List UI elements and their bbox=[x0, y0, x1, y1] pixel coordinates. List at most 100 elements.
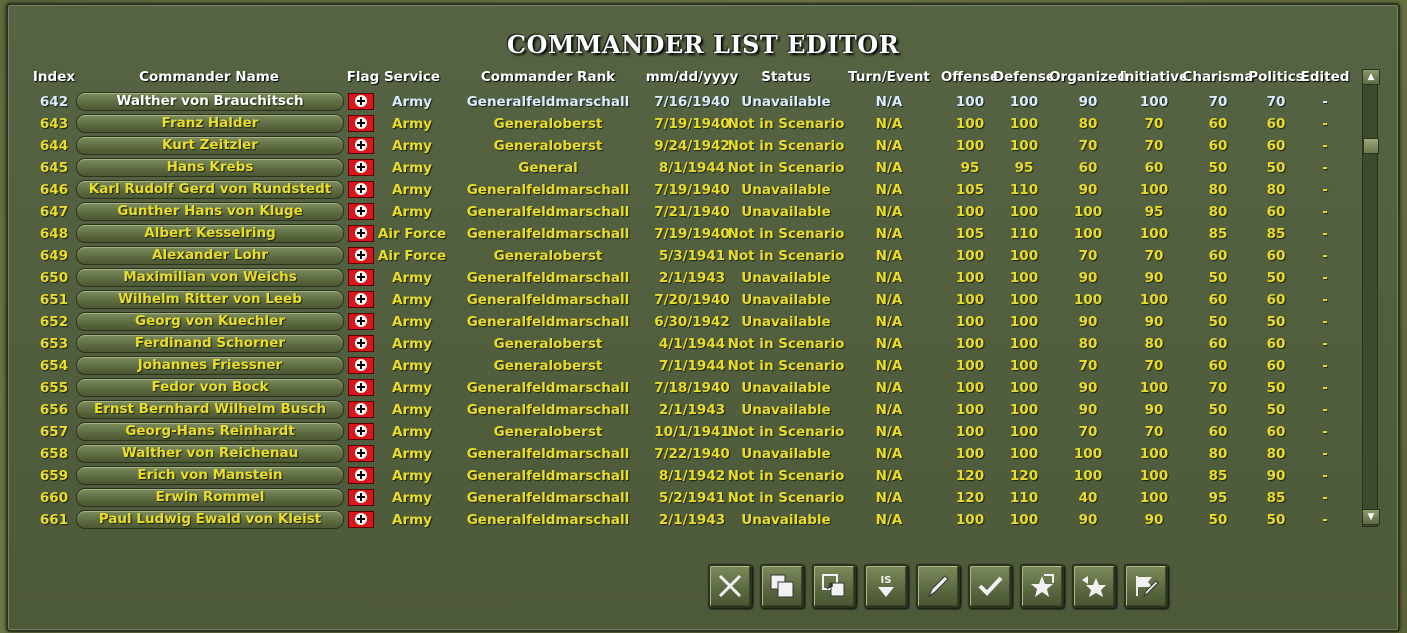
nation-flag-icon[interactable] bbox=[348, 379, 374, 396]
nation-flag-icon[interactable] bbox=[348, 159, 374, 176]
commander-name-button[interactable]: Ferdinand Schorner bbox=[76, 334, 344, 353]
table-row[interactable]: 645 Army General 8/1/1944 Not in Scenario N/A… bbox=[8, 157, 1368, 179]
flag-emblem-icon bbox=[355, 227, 367, 239]
header-organized[interactable]: Organized bbox=[1049, 69, 1127, 87]
table-row[interactable]: 660 Army Generalfeldmarschall 5/2/1941 Not i… bbox=[8, 487, 1368, 509]
commander-name-button[interactable]: Alexander Lohr bbox=[76, 246, 344, 265]
delete-button[interactable] bbox=[708, 564, 752, 608]
header-edited[interactable]: Edited bbox=[1301, 69, 1350, 87]
scroll-down-icon[interactable]: ▼ bbox=[1362, 509, 1380, 525]
commander-name-button[interactable]: Franz Halder bbox=[76, 114, 344, 133]
cell-rank: Generaloberst bbox=[493, 336, 603, 352]
nation-flag-icon[interactable] bbox=[348, 357, 374, 374]
table-row[interactable]: 647 Army Generalfeldmarschall 7/21/1940 Unav… bbox=[8, 201, 1368, 223]
demote-button[interactable] bbox=[1072, 564, 1116, 608]
commander-name-button[interactable]: Gunther Hans von Kluge bbox=[76, 202, 344, 221]
accept-button[interactable] bbox=[968, 564, 1012, 608]
nation-flag-icon[interactable] bbox=[348, 225, 374, 242]
cell-politics: 85 bbox=[1266, 226, 1286, 242]
commander-name-button[interactable]: Wilhelm Ritter von Leeb bbox=[76, 290, 344, 309]
nation-flag-icon[interactable] bbox=[348, 401, 374, 418]
table-row[interactable]: 644 Army Generaloberst 9/24/1942 Not in Scen… bbox=[8, 135, 1368, 157]
header-service[interactable]: Service bbox=[384, 69, 440, 87]
table-row[interactable]: 661 Army Generalfeldmarschall 2/1/1943 Unava… bbox=[8, 509, 1368, 531]
commander-name-button[interactable]: Georg von Kuechler bbox=[76, 312, 344, 331]
header-charisma[interactable]: Charisma bbox=[1182, 69, 1253, 87]
commander-name-button[interactable]: Hans Krebs bbox=[76, 158, 344, 177]
nation-flag-icon[interactable] bbox=[348, 489, 374, 506]
header-index[interactable]: Index bbox=[33, 69, 75, 87]
table-row[interactable]: 655 Army Generalfeldmarschall 7/18/1940 Unav… bbox=[8, 377, 1368, 399]
nation-flag-icon[interactable] bbox=[348, 445, 374, 462]
header-offense[interactable]: Offense bbox=[941, 69, 999, 87]
nation-flag-icon[interactable] bbox=[348, 247, 374, 264]
header-defense[interactable]: Defense bbox=[993, 69, 1055, 87]
table-row[interactable]: 652 Army Generalfeldmarschall 6/30/1942 Unav… bbox=[8, 311, 1368, 333]
scroll-up-icon[interactable]: ▲ bbox=[1362, 69, 1380, 85]
commander-name-button[interactable]: Walther von Brauchitsch bbox=[76, 92, 344, 111]
commander-name-button[interactable]: Erich von Manstein bbox=[76, 466, 344, 485]
header-rank[interactable]: Commander Rank bbox=[481, 69, 615, 87]
table-row[interactable]: 650 Army Generalfeldmarschall 2/1/1943 Unava… bbox=[8, 267, 1368, 289]
nation-flag-icon[interactable] bbox=[348, 203, 374, 220]
nation-flag-icon[interactable] bbox=[348, 115, 374, 132]
edit-button[interactable] bbox=[916, 564, 960, 608]
scrollbar-thumb[interactable] bbox=[1363, 138, 1379, 154]
nation-flag-icon[interactable] bbox=[348, 291, 374, 308]
table-row[interactable]: 654 Army Generaloberst 7/1/1944 Not in Scena… bbox=[8, 355, 1368, 377]
commander-name-button[interactable]: Erwin Rommel bbox=[76, 488, 344, 507]
table-row[interactable]: 658 Army Generalfeldmarschall 7/22/1940 Unav… bbox=[8, 443, 1368, 465]
flag-emblem-icon bbox=[355, 337, 367, 349]
cell-index: 652 bbox=[39, 314, 69, 330]
table-row[interactable]: 656 Army Generalfeldmarschall 2/1/1943 Unava… bbox=[8, 399, 1368, 421]
table-row[interactable]: 646 Army Generalfeldmarschall 7/19/1940 Unav… bbox=[8, 179, 1368, 201]
header-turn[interactable]: Turn/Event bbox=[848, 69, 930, 87]
commander-name-button[interactable]: Johannes Friessner bbox=[76, 356, 344, 375]
paste-button[interactable] bbox=[812, 564, 856, 608]
commander-name-button[interactable]: Fedor von Bock bbox=[76, 378, 344, 397]
nation-flag-icon[interactable] bbox=[348, 467, 374, 484]
table-row[interactable]: 653 Army Generaloberst 4/1/1944 Not in Scena… bbox=[8, 333, 1368, 355]
commander-name-button[interactable]: Walther von Reichenau bbox=[76, 444, 344, 463]
table-row[interactable]: 642 Army Generalfeldmarschall 7/16/1940 Unav… bbox=[8, 91, 1368, 113]
cell-politics: 60 bbox=[1266, 358, 1286, 374]
cell-offense: 120 bbox=[955, 468, 985, 484]
commander-name-button[interactable]: Ernst Bernhard Wilhelm Busch bbox=[76, 400, 344, 419]
commander-name-button[interactable]: Paul Ludwig Ewald von Kleist bbox=[76, 510, 344, 529]
header-initiative[interactable]: Initiative bbox=[1120, 69, 1189, 87]
commander-name-button[interactable]: Albert Kesselring bbox=[76, 224, 344, 243]
cell-edited: - bbox=[1322, 204, 1328, 220]
header-politics[interactable]: Politics bbox=[1248, 69, 1304, 87]
header-flag[interactable]: Flag bbox=[347, 69, 380, 87]
flag-edit-button[interactable] bbox=[1124, 564, 1168, 608]
header-status[interactable]: Status bbox=[761, 69, 810, 87]
nation-flag-icon[interactable] bbox=[348, 511, 374, 528]
commander-name-button[interactable]: Kurt Zeitzler bbox=[76, 136, 344, 155]
table-row[interactable]: 648 Air Force Generalfeldmarschall 7/19/194… bbox=[8, 223, 1368, 245]
nation-flag-icon[interactable] bbox=[348, 313, 374, 330]
copy-button[interactable] bbox=[760, 564, 804, 608]
sort-button[interactable]: IS bbox=[864, 564, 908, 608]
header-date[interactable]: mm/dd/yyyy bbox=[646, 69, 739, 87]
header-name[interactable]: Commander Name bbox=[139, 69, 279, 87]
cell-service: Air Force bbox=[377, 226, 447, 242]
table-row[interactable]: 651 Army Generalfeldmarschall 7/20/1940 Unav… bbox=[8, 289, 1368, 311]
commander-name-button[interactable]: Georg-Hans Reinhardt bbox=[76, 422, 344, 441]
cell-date: 6/30/1942 bbox=[654, 314, 730, 330]
commander-name-button[interactable]: Karl Rudolf Gerd von Rundstedt bbox=[76, 180, 344, 199]
nation-flag-icon[interactable] bbox=[348, 181, 374, 198]
table-row[interactable]: 659 Army Generalfeldmarschall 8/1/1942 Not i… bbox=[8, 465, 1368, 487]
nation-flag-icon[interactable] bbox=[348, 269, 374, 286]
table-row[interactable]: 643 Army Generaloberst 7/19/1940 Not in Scen… bbox=[8, 113, 1368, 135]
nation-flag-icon[interactable] bbox=[348, 93, 374, 110]
nation-flag-icon[interactable] bbox=[348, 335, 374, 352]
promote-button[interactable] bbox=[1020, 564, 1064, 608]
commander-name-button[interactable]: Maximilian von Weichs bbox=[76, 268, 344, 287]
cell-charisma: 70 bbox=[1208, 380, 1228, 396]
nation-flag-icon[interactable] bbox=[348, 423, 374, 440]
cell-index: 659 bbox=[39, 468, 69, 484]
table-row[interactable]: 657 Army Generaloberst 10/1/1941 Not in Scen… bbox=[8, 421, 1368, 443]
flag-emblem-icon bbox=[355, 293, 367, 305]
nation-flag-icon[interactable] bbox=[348, 137, 374, 154]
table-row[interactable]: 649 Air Force Generaloberst 5/3/1941 Not in … bbox=[8, 245, 1368, 267]
